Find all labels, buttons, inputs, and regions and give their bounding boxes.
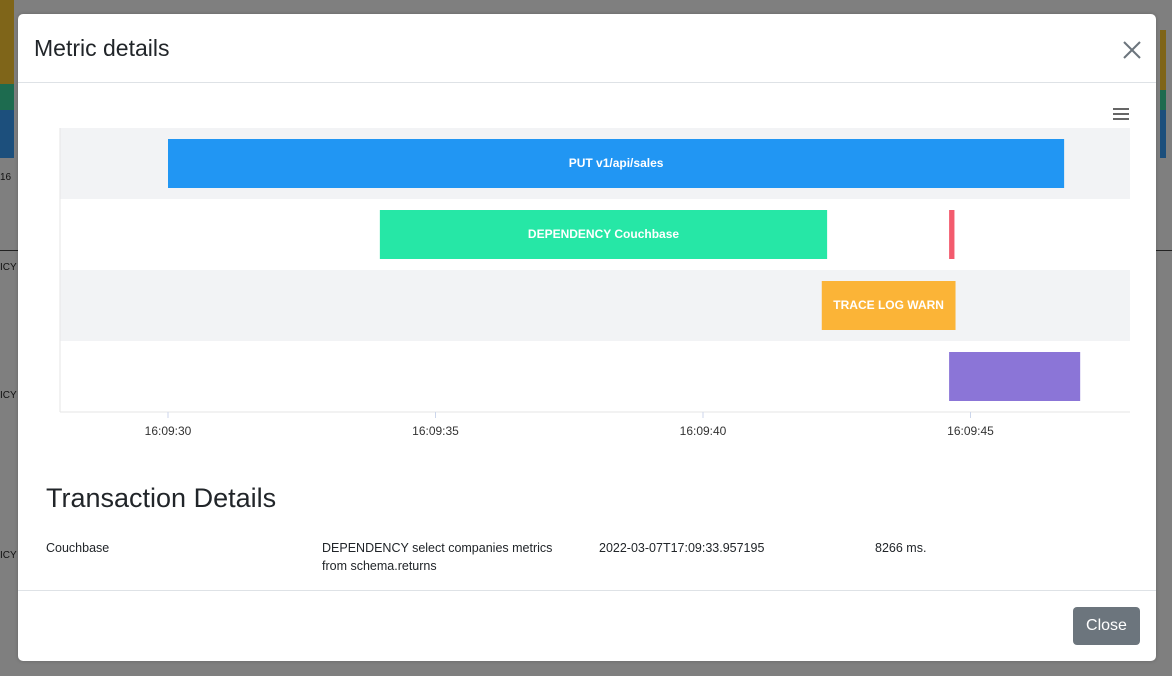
background-chart-column [0,0,14,158]
timeline-chart: PUT v1/api/sales DEPENDENCY Couchbase TRAC… [59,128,1130,438]
timeline-bar-label: TRACE LOG WARN [833,298,944,312]
background-label: 16 [0,172,12,183]
timeline-bar [949,352,1081,401]
metric-details-modal: Metric details PUT v1/api/sales DEPENDENC… [18,14,1156,661]
transaction-timestamp: 2022-03-07T17:09:33.957195 [599,541,765,555]
timeline-tick-label: 16:09:40 [680,424,727,438]
close-icon[interactable] [1120,38,1144,62]
timeline-row-background [60,270,1130,341]
modal-title: Metric details [34,35,170,61]
timeline-tick-label: 16:09:45 [947,424,994,438]
transaction-source: Couchbase [46,541,110,555]
timeline-bar-label: PUT v1/api/sales [569,156,664,170]
background-label: ICY [0,262,17,273]
modal-body: PUT v1/api/sales DEPENDENCY Couchbase TRAC… [18,83,1156,590]
modal-footer: Close [18,590,1156,661]
transaction-duration: 8266 ms. [875,541,927,555]
transaction-description: DEPENDENCY select companies metrics from… [322,541,553,573]
close-button[interactable]: Close [1073,607,1140,645]
background-label: ICY [0,550,17,561]
timeline-bar-label: DEPENDENCY Couchbase [528,227,679,241]
timeline-tick-label: 16:09:30 [145,424,192,438]
background-right-strip [1156,0,1172,676]
transaction-details-heading: Transaction Details [46,483,277,513]
timeline-tick-label: 16:09:35 [412,424,459,438]
background-label: ICY [0,390,17,401]
timeline-bar [949,210,955,259]
modal-header: Metric details [18,14,1156,83]
